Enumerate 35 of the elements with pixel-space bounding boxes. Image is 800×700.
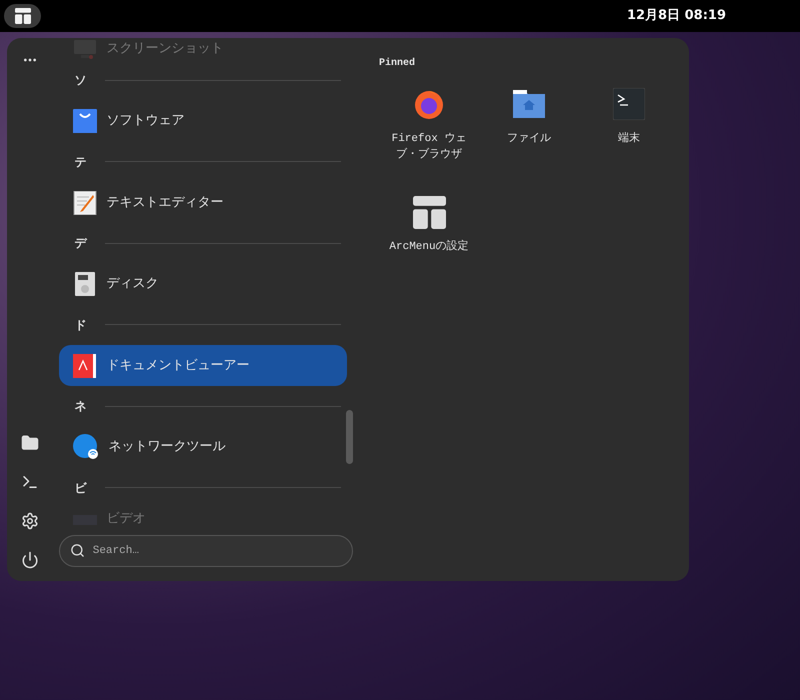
clock[interactable]: 12月8日 08:19 [626, 6, 726, 26]
app-list-item[interactable]: テキストエディター [58, 182, 347, 223]
home-folder-icon [511, 89, 547, 119]
power-icon[interactable] [20, 551, 39, 569]
app-list-item[interactable]: ソフトウェア [58, 100, 347, 142]
activities-button[interactable] [4, 4, 41, 28]
app-list-item[interactable]: ディスク [58, 264, 347, 304]
terminal-icon[interactable] [20, 473, 39, 491]
letter-header: ド [74, 316, 88, 334]
layout-icon [412, 196, 446, 228]
globe-icon [72, 434, 99, 460]
monitor-icon [72, 38, 97, 61]
letter-header: テ [74, 154, 88, 171]
letter-header: ビ [74, 480, 88, 497]
pdf-document-icon [72, 354, 97, 378]
letter-header: ソ [74, 72, 88, 90]
pinned-app[interactable]: 端末 [579, 83, 679, 169]
folder-icon[interactable] [20, 434, 39, 452]
terminal-icon [613, 88, 645, 120]
text-editor-icon [72, 190, 97, 214]
layout-icon [14, 8, 30, 24]
letter-header: ネ [74, 398, 88, 416]
shopping-bag-icon [72, 109, 97, 133]
app-list-item[interactable]: ドキュメントビューアー [58, 345, 347, 386]
pinned-heading: Pinned [379, 56, 416, 71]
pinned-app[interactable]: ArcMenuの設定 [379, 191, 479, 277]
browser-icon [413, 88, 445, 120]
letter-header: デ [74, 235, 88, 252]
search-icon [70, 543, 85, 558]
pinned-app[interactable]: ファイル [479, 83, 579, 169]
search-field[interactable]: Search… [58, 535, 353, 567]
app-list-item[interactable]: ネットワークツール [58, 426, 347, 468]
scrollbar[interactable] [346, 410, 353, 464]
settings-icon[interactable] [20, 512, 39, 530]
pinned-app[interactable]: Firefox ウェブ・ブラウザ [379, 83, 479, 169]
